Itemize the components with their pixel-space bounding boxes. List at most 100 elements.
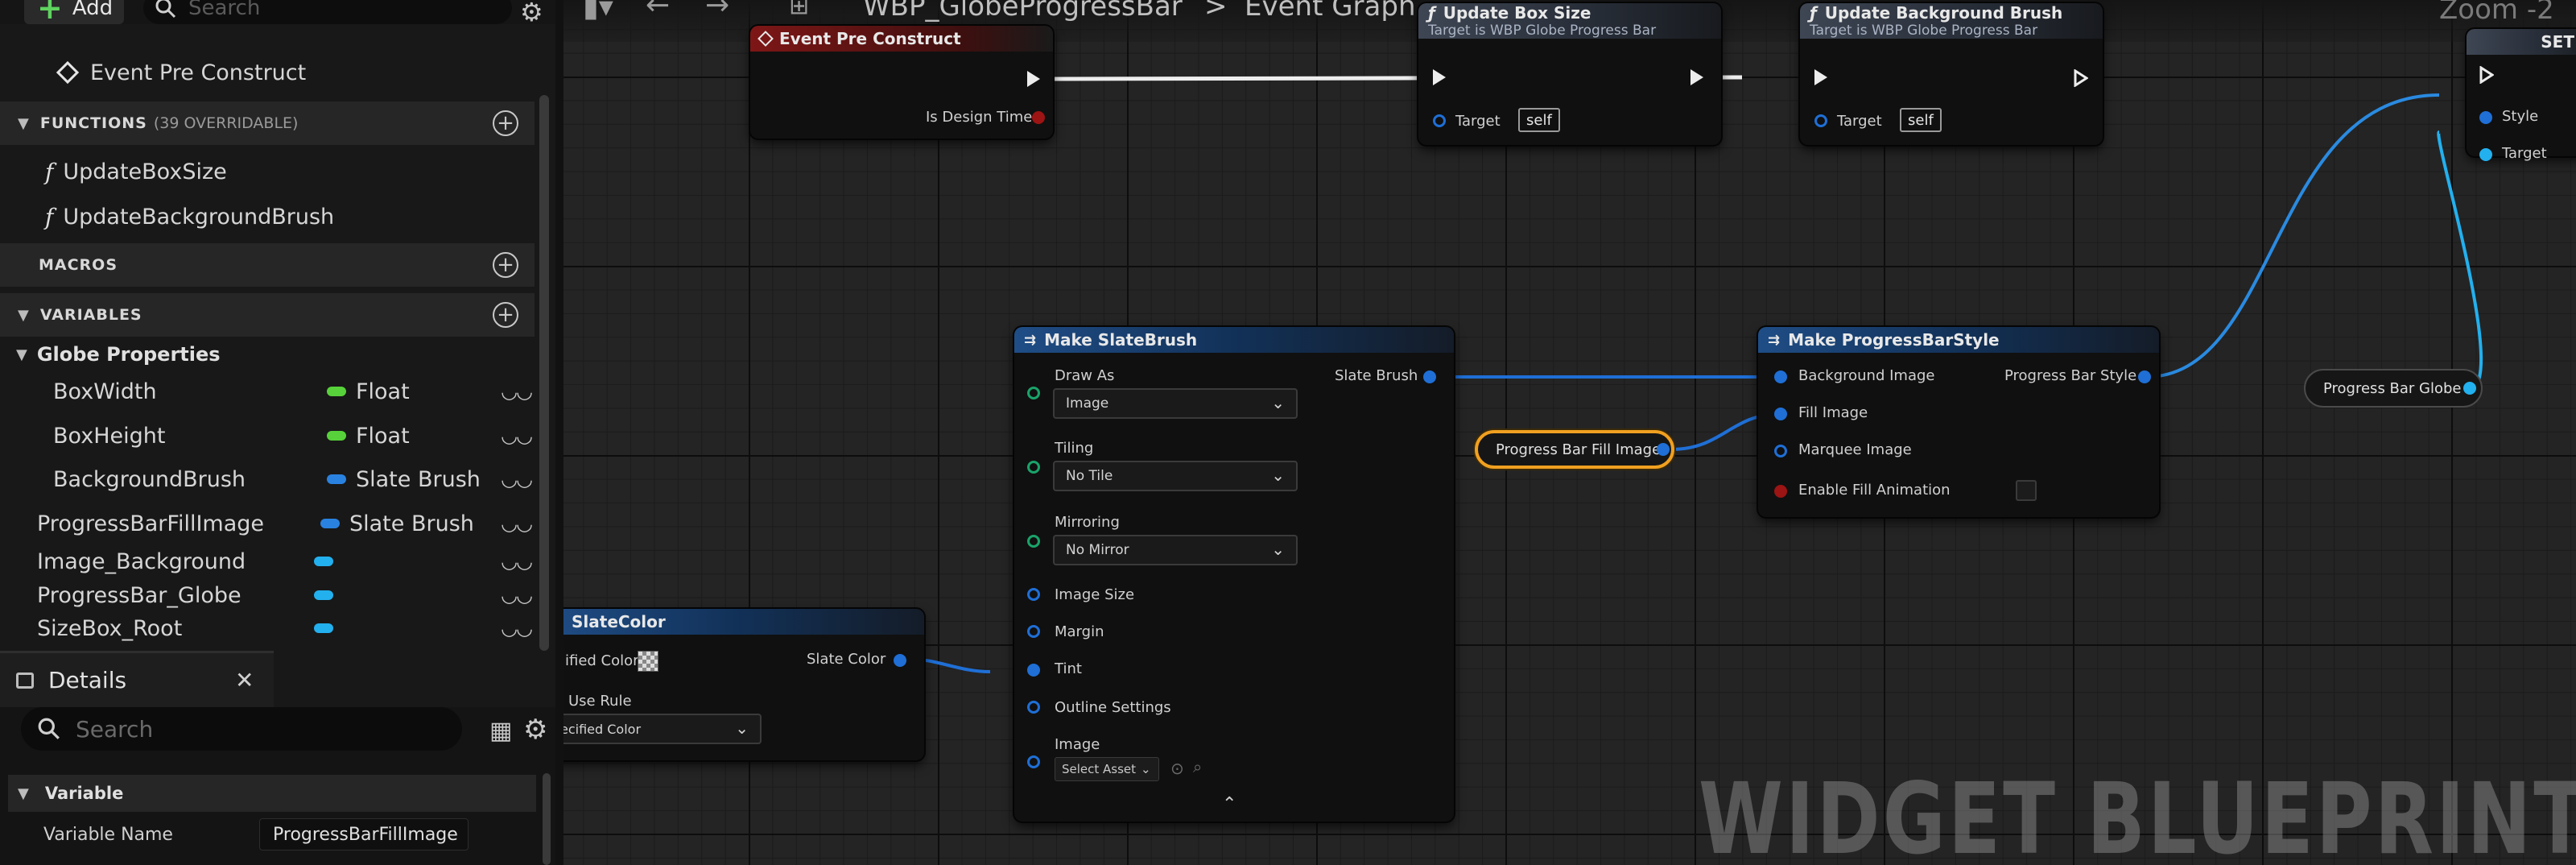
caret-down-icon: ▼ (18, 114, 29, 132)
add-button[interactable]: + Add (24, 0, 124, 24)
select-asset-dropdown[interactable]: Select Asset ⌄ (1055, 757, 1159, 781)
eye-closed-icon[interactable]: ◡◡ (501, 380, 533, 403)
panel-scrollbar[interactable] (539, 95, 549, 651)
slate-brush-out-pin[interactable] (1423, 370, 1436, 383)
tiling-dropdown[interactable]: No Tile ⌄ (1053, 461, 1298, 491)
enable-fill-animation-checkbox[interactable] (2016, 480, 2037, 501)
node-update-background-brush[interactable]: ƒ Update Background Brush Target is WBP G… (1800, 3, 2103, 145)
node-update-box-size[interactable]: ƒ Update Box Size Target is WBP Globe Pro… (1418, 3, 1721, 145)
function-item-update-background-brush[interactable]: f UpdateBackgroundBrush (0, 195, 535, 238)
variable-row[interactable]: BackgroundBrush Slate Brush ◡◡ (0, 457, 535, 501)
get-node-progress-bar-fill-image[interactable]: Progress Bar Fill Image (1475, 430, 1674, 469)
progress-bar-style-out-pin[interactable] (2138, 370, 2151, 383)
image-pin[interactable] (1027, 755, 1040, 768)
bookmark-icon[interactable]: ▮▾ (583, 0, 613, 23)
node-event-pre-construct[interactable]: Event Pre Construct Is Design Time (750, 26, 1053, 139)
hierarchy-icon[interactable]: ⊞ (789, 0, 809, 20)
bool-out-pin[interactable] (1032, 111, 1045, 124)
use-rule-dropdown[interactable]: ecified Color ⌄ (564, 714, 762, 744)
object-type-icon (314, 623, 333, 633)
collapse-chevron-icon[interactable]: ⌃ (1222, 794, 1236, 814)
struct-type-icon (327, 474, 346, 484)
eye-closed-icon[interactable]: ◡◡ (501, 550, 533, 573)
target-pin[interactable] (1814, 114, 1827, 127)
variable-row[interactable]: SizeBox_Root ◡◡ (0, 610, 535, 646)
style-pin[interactable] (2479, 111, 2492, 124)
tiling-pin[interactable] (1027, 461, 1040, 474)
node-slate-color[interactable]: SlateColor ified Color Slate Color Use R… (564, 609, 924, 760)
variables-section-header[interactable]: ▼ VARIABLES + (0, 293, 535, 337)
add-function-icon[interactable]: + (493, 110, 518, 136)
browse-icon[interactable]: ⌕ (1193, 757, 1202, 776)
use-selected-icon[interactable]: ⊙ (1170, 759, 1184, 778)
macros-section-header[interactable]: MACROS + (0, 243, 535, 287)
table-view-icon[interactable]: ▦ (489, 717, 512, 745)
get-node-label: Progress Bar Globe (2323, 379, 2462, 397)
exec-out-pin[interactable] (1690, 69, 1703, 85)
variable-row[interactable]: BoxHeight Float ◡◡ (0, 414, 535, 457)
variable-row[interactable]: ProgressBarFillImage Slate Brush ◡◡ (0, 501, 535, 546)
node-make-slate-brush[interactable]: ⇉ Make SlateBrush Slate Brush Draw As Im… (1014, 327, 1454, 822)
gear-icon[interactable]: ⚙ (520, 0, 543, 27)
eye-closed-icon[interactable]: ◡◡ (501, 584, 533, 606)
margin-pin[interactable] (1027, 625, 1040, 638)
pin-label: Tint (1055, 660, 1082, 677)
exec-in-pin[interactable] (1814, 69, 1827, 85)
target-value-field[interactable]: self (1900, 108, 1942, 132)
variable-row[interactable]: BoxWidth Float ◡◡ (0, 370, 535, 412)
target-pin[interactable] (2479, 148, 2492, 161)
slate-color-out-pin[interactable] (894, 654, 906, 667)
gear-icon[interactable]: ⚙ (523, 714, 547, 746)
outline-settings-pin[interactable] (1027, 701, 1040, 714)
draw-as-pin[interactable] (1027, 387, 1040, 399)
mirroring-pin[interactable] (1027, 535, 1040, 548)
mirroring-dropdown[interactable]: No Mirror ⌄ (1053, 535, 1298, 565)
node-make-progress-bar-style[interactable]: ⇉ Make ProgressBarStyle Background Image… (1758, 327, 2159, 517)
blueprint-search-input[interactable]: Search (143, 0, 512, 24)
pin-label: Use Rule (568, 693, 632, 710)
details-search-input[interactable]: Search (21, 707, 462, 751)
event-graph-canvas[interactable]: ▮▾ ← → ⊞ WBP_GlobeProgressBar > Event Gr… (564, 0, 2576, 865)
target-value-field[interactable]: self (1518, 108, 1560, 132)
background-image-pin[interactable] (1774, 370, 1787, 383)
fill-image-pin[interactable] (1774, 408, 1787, 420)
value-out-pin[interactable] (1657, 443, 1670, 456)
details-tab[interactable]: Details ✕ (0, 651, 274, 707)
eye-closed-icon[interactable]: ◡◡ (501, 468, 533, 490)
value-out-pin[interactable] (2463, 382, 2476, 395)
event-item-pre-construct[interactable]: Event Pre Construct (0, 50, 535, 95)
variable-row[interactable]: ProgressBar_Globe ◡◡ (0, 577, 535, 614)
marquee-image-pin[interactable] (1774, 445, 1787, 457)
forward-arrow-icon[interactable]: → (705, 0, 729, 22)
variable-row[interactable]: Image_Background ◡◡ (0, 543, 535, 580)
exec-in-pin[interactable] (2479, 66, 2494, 84)
color-swatch[interactable] (638, 651, 658, 672)
add-macro-icon[interactable]: + (493, 252, 518, 278)
eye-closed-icon[interactable]: ◡◡ (501, 424, 533, 447)
variable-section-header[interactable]: ▼ Variable (8, 775, 536, 812)
node-set[interactable]: SET Style Target (2467, 29, 2576, 162)
eye-closed-icon[interactable]: ◡◡ (501, 512, 533, 535)
search-placeholder: Search (76, 715, 154, 743)
details-tab-label: Details (48, 667, 127, 693)
back-arrow-icon[interactable]: ← (646, 0, 670, 22)
enable-fill-animation-pin[interactable] (1774, 485, 1787, 498)
add-variable-icon[interactable]: + (493, 302, 518, 328)
function-item-update-box-size[interactable]: f UpdateBoxSize (0, 150, 535, 193)
variable-category-globe-properties[interactable]: ▼ Globe Properties (0, 338, 535, 370)
target-pin[interactable] (1433, 114, 1446, 127)
close-icon[interactable]: ✕ (235, 667, 254, 693)
functions-section-header[interactable]: ▼ FUNCTIONS (39 OVERRIDABLE) + (0, 101, 535, 145)
exec-out-pin[interactable] (1027, 71, 1040, 87)
exec-out-pin[interactable] (2074, 69, 2088, 87)
breadcrumb-asset[interactable]: WBP_GlobeProgressBar (863, 0, 1183, 23)
draw-as-dropdown[interactable]: Image ⌄ (1053, 388, 1298, 419)
tint-pin[interactable] (1027, 664, 1040, 677)
get-node-progress-bar-globe[interactable]: Progress Bar Globe (2304, 369, 2483, 408)
eye-closed-icon[interactable]: ◡◡ (501, 617, 533, 639)
image-size-pin[interactable] (1027, 588, 1040, 601)
breadcrumb-graph[interactable]: Event Graph (1245, 0, 1416, 23)
details-scrollbar[interactable] (543, 773, 551, 865)
variable-name-field[interactable]: ProgressBarFillImage (259, 818, 469, 851)
exec-in-pin[interactable] (1433, 69, 1446, 85)
